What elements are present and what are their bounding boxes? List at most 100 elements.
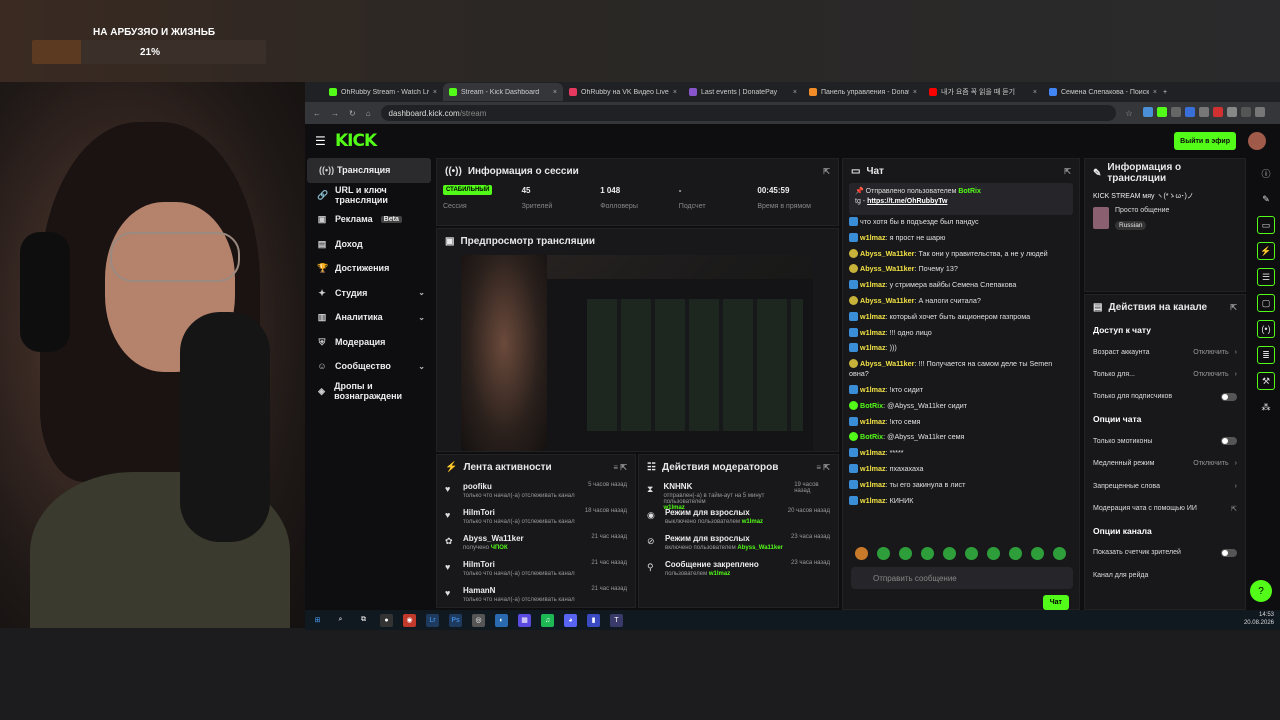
chat-username[interactable]: Abyss_Wa11ker: [860, 264, 914, 273]
emote-icon[interactable]: [1031, 547, 1044, 560]
spotify-icon[interactable]: ♫: [541, 613, 554, 627]
tab-close-icon[interactable]: ×: [1153, 89, 1157, 96]
sidebar-item[interactable]: 🏆 Достижения: [305, 256, 433, 281]
chat-input[interactable]: Отправить сообщение: [851, 567, 1073, 589]
task-view-icon[interactable]: ⧉: [357, 614, 370, 627]
emote-icon[interactable]: [855, 547, 868, 560]
tab-close-icon[interactable]: ×: [793, 89, 797, 96]
chat-username[interactable]: w1lmaz: [860, 417, 886, 426]
toggle-switch[interactable]: [1221, 548, 1237, 557]
text-app-icon[interactable]: T: [610, 613, 623, 627]
settings-row[interactable]: Возраст аккаунта Отключить ›: [1085, 341, 1245, 363]
tab-close-icon[interactable]: ×: [433, 89, 437, 96]
chat-username[interactable]: w1lmaz: [860, 280, 886, 289]
sidebar-item[interactable]: ((•)) Трансляция: [307, 158, 431, 183]
sidebar-item[interactable]: ▥ Аналитика ⌄: [305, 305, 433, 330]
lightroom-icon[interactable]: Lr: [426, 613, 439, 627]
chat-popout-icon[interactable]: ⇱: [1064, 167, 1071, 176]
chat-rail-icon[interactable]: ▢: [1257, 294, 1275, 312]
discord-icon[interactable]: ◕: [564, 613, 577, 627]
go-live-button[interactable]: Выйти в эфир: [1174, 132, 1236, 150]
user-avatar[interactable]: [1248, 132, 1266, 150]
app-icon-1[interactable]: ●: [380, 613, 393, 627]
tab-close-icon[interactable]: ×: [553, 89, 557, 96]
app-icon-2[interactable]: ◉: [403, 613, 416, 627]
chat-username[interactable]: w1lmaz: [860, 480, 886, 489]
chat-username[interactable]: w1lmaz: [860, 464, 886, 473]
new-tab-icon[interactable]: +: [1163, 89, 1167, 96]
forward-icon[interactable]: →: [331, 109, 339, 118]
toggle-switch[interactable]: [1221, 437, 1237, 446]
windows-start-icon[interactable]: ⊞: [311, 614, 324, 627]
chat-username[interactable]: w1lmaz: [860, 233, 886, 242]
emote-icon[interactable]: [1009, 547, 1022, 560]
chrome-icon[interactable]: ◎: [472, 613, 485, 627]
pinned-user[interactable]: BotRix: [958, 188, 981, 195]
chat-username[interactable]: w1lmaz: [860, 312, 886, 321]
url-field[interactable]: dashboard.kick.com/stream: [380, 105, 1116, 121]
browser-tab[interactable]: Панель управления - Donatio ×: [803, 83, 923, 101]
chat-username[interactable]: Abyss_Wa11ker: [860, 249, 914, 258]
search-icon[interactable]: ⌕: [334, 614, 347, 627]
settings-row[interactable]: Канал для рейда: [1085, 564, 1245, 586]
sidebar-item[interactable]: ⛨ Модерация: [305, 330, 433, 355]
browser-tab[interactable]: Last events | DonatePay ×: [683, 83, 803, 101]
chat-username[interactable]: Abyss_Wa11ker: [860, 296, 914, 305]
tab-close-icon[interactable]: ×: [1033, 89, 1037, 96]
browser-tab[interactable]: OhRubby Stream - Watch Live o ×: [323, 83, 443, 101]
tab-close-icon[interactable]: ×: [913, 89, 917, 96]
sidebar-item[interactable]: ▣ Реклама Beta: [305, 207, 433, 232]
list-icon[interactable]: ☰: [1257, 268, 1275, 286]
lightning-icon[interactable]: ⚡: [1257, 242, 1275, 260]
pinned-link[interactable]: https://t.me/OhRubbyTw: [867, 198, 947, 205]
emote-icon[interactable]: [921, 547, 934, 560]
settings-row[interactable]: Показать счетчик зрителей: [1085, 542, 1245, 564]
sidebar-item[interactable]: ◈ Дропы и вознаграждени: [305, 379, 433, 404]
channel-popout-icon[interactable]: ⇱: [1230, 303, 1237, 312]
sidebar-item[interactable]: ✦ Студия ⌄: [305, 281, 433, 306]
external-link-icon[interactable]: ⇱: [1231, 505, 1237, 513]
chat-username[interactable]: BotRix: [860, 401, 883, 410]
emote-icon[interactable]: [987, 547, 1000, 560]
emote-icon[interactable]: [965, 547, 978, 560]
browser-tab[interactable]: 내가 요즘 꼭 읽을 때 듣기 ×: [923, 83, 1043, 101]
browser-tab[interactable]: Семена Слепакова - Поиск в ×: [1043, 83, 1163, 101]
settings-row[interactable]: Только эмотиконы: [1085, 430, 1245, 452]
chart-app-icon[interactable]: ▮: [587, 613, 600, 627]
chat-username[interactable]: w1lmaz: [860, 328, 886, 337]
edit-icon[interactable]: ✎: [1257, 190, 1275, 208]
kick-logo[interactable]: KICK: [335, 131, 377, 151]
sidebar-item[interactable]: ▤ Доход: [305, 232, 433, 257]
settings-row[interactable]: Только для... Отключить ›: [1085, 363, 1245, 385]
popout-icon[interactable]: ⇱: [823, 167, 830, 176]
settings-row[interactable]: Медленный режим Отключить ›: [1085, 453, 1245, 475]
stream-preview-video[interactable]: [461, 255, 813, 451]
browser-tab[interactable]: Stream - Kick Dashboard ×: [443, 83, 563, 101]
chat-send-button[interactable]: Чат: [1042, 595, 1069, 610]
menu-icon[interactable]: ☰: [315, 134, 335, 148]
home-icon[interactable]: ⌂: [366, 109, 371, 118]
help-icon[interactable]: ?: [1250, 580, 1272, 602]
sidebar-item[interactable]: 🔗 URL и ключ трансляции: [305, 183, 433, 208]
photoshop-icon[interactable]: Ps: [449, 613, 462, 627]
browser-tab[interactable]: OhRubby на VK Видео Live – с ×: [563, 83, 683, 101]
toggle-switch[interactable]: [1221, 392, 1237, 401]
tab-close-icon[interactable]: ×: [673, 89, 677, 96]
broadcast-rail-icon[interactable]: (•): [1257, 320, 1275, 338]
emote-icon[interactable]: [877, 547, 890, 560]
bookmark-star-icon[interactable]: ☆: [1126, 109, 1133, 118]
emote-icon[interactable]: [943, 547, 956, 560]
reload-icon[interactable]: ↻: [349, 109, 356, 118]
app-grid-icon[interactable]: ▦: [518, 613, 531, 627]
layers-icon[interactable]: ≣: [1257, 346, 1275, 364]
info-icon[interactable]: ⓘ: [1257, 164, 1275, 182]
settings-row[interactable]: Только для подписчиков: [1085, 386, 1245, 408]
emote-icon[interactable]: [1053, 547, 1066, 560]
back-icon[interactable]: ←: [313, 109, 321, 118]
browser-icon-2[interactable]: ◐: [495, 613, 508, 627]
share-icon[interactable]: ⁂: [1257, 398, 1275, 416]
chat-username[interactable]: w1lmaz: [860, 448, 886, 457]
widget-icon[interactable]: ▭: [1257, 216, 1275, 234]
filter-icon[interactable]: ≡ ⇱: [613, 463, 627, 472]
wrench-icon[interactable]: ⚒: [1257, 372, 1275, 390]
